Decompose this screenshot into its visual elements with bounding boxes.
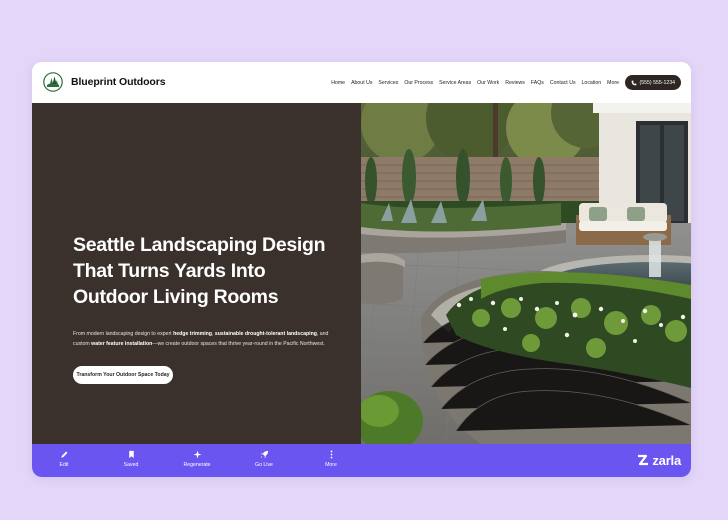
zarla-mark-icon [638, 454, 649, 466]
more-button[interactable]: More [301, 450, 361, 468]
hero-section: Seattle Landscaping Design That Turns Ya… [32, 103, 691, 444]
phone-icon [631, 80, 636, 85]
sparkle-icon [192, 450, 202, 459]
nav-item-about-us[interactable]: About Us [351, 80, 372, 86]
pine-tree-logo-icon[interactable] [43, 72, 63, 92]
regenerate-button[interactable]: Regenerate [167, 450, 227, 468]
site-header: Blueprint Outdoors Home About Us Service… [32, 62, 691, 103]
nav-item-location[interactable]: Location [582, 80, 602, 86]
website-preview-card: Blueprint Outdoors Home About Us Service… [32, 62, 691, 477]
more-label: More [325, 462, 337, 468]
zarla-wordmark: zarla [652, 452, 681, 468]
hero-subtitle-highlight: hedge trimming [173, 331, 212, 337]
cta-button[interactable]: Transform Your Outdoor Space Today [73, 366, 173, 384]
saved-button[interactable]: Saved [101, 450, 161, 468]
brand-name[interactable]: Blueprint Outdoors [71, 76, 166, 88]
regenerate-label: Regenerate [183, 462, 211, 468]
nav-item-contact-us[interactable]: Contact Us [550, 80, 576, 86]
nav-item-more[interactable]: More [607, 80, 619, 86]
nav-item-our-process[interactable]: Our Process [404, 80, 433, 86]
nav-item-service-areas[interactable]: Service Areas [439, 80, 471, 86]
nav-item-faqs[interactable]: FAQs [531, 80, 544, 86]
hero-subtitle: From modern landscaping design to expert… [73, 330, 333, 349]
main-nav: Home About Us Services Our Process Servi… [331, 62, 619, 103]
hero-title: Seattle Landscaping Design That Turns Ya… [73, 234, 326, 308]
nav-item-home[interactable]: Home [331, 80, 345, 86]
edit-button[interactable]: Edit [34, 450, 94, 468]
go-live-button[interactable]: Go Live [234, 450, 294, 468]
bookmark-icon [128, 450, 134, 459]
pencil-icon [60, 451, 67, 458]
more-vertical-icon [330, 450, 332, 459]
hero-subtitle-highlight: water feature installation [91, 340, 153, 347]
rocket-icon [260, 450, 268, 459]
saved-label: Saved [123, 462, 139, 468]
hero-subtitle-text: —we create outdoor spaces that thrive ye… [152, 340, 325, 347]
hero-photo [361, 103, 691, 444]
editor-toolbar: Edit Saved Regenerate Go Live More zarla [32, 444, 691, 477]
phone-number: (555) 555-1234 [639, 79, 675, 86]
nav-item-reviews[interactable]: Reviews [505, 80, 525, 86]
garden-patio-photo [361, 103, 691, 444]
nav-item-our-work[interactable]: Our Work [477, 80, 499, 86]
hero-text-panel: Seattle Landscaping Design That Turns Ya… [32, 103, 361, 444]
hero-subtitle-text: From modern landscaping design to expert [73, 331, 174, 337]
zarla-logo: zarla [637, 452, 681, 468]
edit-label: Edit [59, 462, 69, 468]
nav-item-services[interactable]: Services [378, 80, 398, 86]
phone-button[interactable]: (555) 555-1234 [624, 75, 681, 90]
hero-subtitle-highlight: sustainable drought-tolerant landscaping [214, 331, 317, 337]
go-live-label: Go Live [255, 462, 273, 468]
